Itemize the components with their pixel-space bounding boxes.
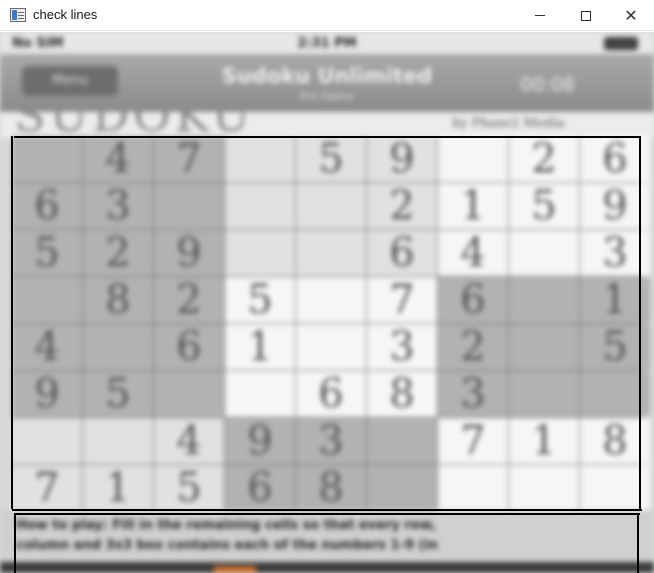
minimize-icon xyxy=(535,15,545,16)
game-timer: 00:08 xyxy=(520,74,575,96)
image-canvas: No SIM 2:31 PM Menu Sudoku Unlimited Pro… xyxy=(0,32,654,573)
sudoku-cell xyxy=(367,418,437,464)
sudoku-cell xyxy=(83,324,153,370)
sudoku-cell: 3 xyxy=(83,183,153,229)
sudoku-cell: 2 xyxy=(509,136,579,182)
sudoku-cell xyxy=(296,230,366,276)
sudoku-cell: 5 xyxy=(83,371,153,417)
sudoku-cell xyxy=(509,277,579,323)
detected-line xyxy=(637,513,639,573)
sudoku-cell: 9 xyxy=(367,136,437,182)
detected-line xyxy=(14,513,640,515)
sudoku-cell: 9 xyxy=(225,418,295,464)
sudoku-cell: 3 xyxy=(367,324,437,370)
sudoku-cell xyxy=(225,136,295,182)
detected-line xyxy=(639,136,641,509)
sudoku-board: 4759266321595296438257614613259568349371… xyxy=(12,136,650,558)
window-title: check lines xyxy=(33,7,98,22)
sudoku-cell: 4 xyxy=(154,418,224,464)
maximize-icon xyxy=(581,10,591,21)
phone-screenshot: No SIM 2:31 PM Menu Sudoku Unlimited Pro… xyxy=(0,32,654,573)
sudoku-cell: 1 xyxy=(509,418,579,464)
sudoku-cell: 9 xyxy=(154,230,224,276)
sudoku-cell: 1 xyxy=(83,465,153,511)
window-titlebar: check lines ✕ xyxy=(0,0,654,31)
sudoku-cell xyxy=(225,230,295,276)
sudoku-cell: 7 xyxy=(367,277,437,323)
phone-nav-bar: Menu Sudoku Unlimited Pro Game 00:08 xyxy=(0,54,654,112)
sudoku-cell: 6 xyxy=(367,230,437,276)
sudoku-cell xyxy=(296,324,366,370)
sudoku-cell xyxy=(225,371,295,417)
detected-line xyxy=(14,136,640,138)
sudoku-cell xyxy=(367,465,437,511)
sudoku-cell: 1 xyxy=(438,183,508,229)
sudoku-cell xyxy=(296,183,366,229)
phone-bottom-bar xyxy=(0,562,654,573)
sudoku-cell: 7 xyxy=(12,465,82,511)
sudoku-cell xyxy=(296,277,366,323)
detected-line xyxy=(11,136,13,509)
sudoku-cell xyxy=(83,418,153,464)
sudoku-cell xyxy=(509,371,579,417)
sudoku-cell xyxy=(438,136,508,182)
sudoku-cell: 8 xyxy=(367,371,437,417)
sudoku-cell xyxy=(154,183,224,229)
sudoku-logo: SUDOKU xyxy=(14,112,254,138)
bottom-tab-indicator xyxy=(214,566,256,573)
phone-status-bar: No SIM 2:31 PM xyxy=(0,32,654,54)
sudoku-cell: 2 xyxy=(438,324,508,370)
sudoku-cell: 5 xyxy=(154,465,224,511)
sudoku-cell: 5 xyxy=(296,136,366,182)
sudoku-cell: 5 xyxy=(12,230,82,276)
sudoku-cell: 4 xyxy=(438,230,508,276)
battery-icon xyxy=(604,37,638,50)
sudoku-cell: 3 xyxy=(438,371,508,417)
banner-byline: by Phase2 Media xyxy=(452,116,565,131)
how-to-play-line: column and 3x3 box contains each of the … xyxy=(16,538,439,553)
detected-line xyxy=(14,513,16,573)
sudoku-cell: 7 xyxy=(154,136,224,182)
sudoku-cell: 7 xyxy=(438,418,508,464)
sudoku-cell: 9 xyxy=(12,371,82,417)
sudoku-cell: 2 xyxy=(154,277,224,323)
sudoku-cell: 5 xyxy=(509,183,579,229)
sudoku-cell: 8 xyxy=(83,277,153,323)
sudoku-cell xyxy=(12,418,82,464)
sudoku-cell: 3 xyxy=(296,418,366,464)
sudoku-cell xyxy=(509,324,579,370)
close-icon: ✕ xyxy=(624,5,638,25)
sudoku-cell: 2 xyxy=(367,183,437,229)
sudoku-cell xyxy=(12,277,82,323)
sudoku-cell: 5 xyxy=(225,277,295,323)
detected-line xyxy=(12,509,642,511)
how-to-play-text: How to play: Fill in the remaining cells… xyxy=(16,516,636,556)
sudoku-cell xyxy=(12,136,82,182)
sudoku-cell: 2 xyxy=(83,230,153,276)
sudoku-cell: 6 xyxy=(225,465,295,511)
sudoku-cell: 6 xyxy=(296,371,366,417)
sudoku-cell xyxy=(225,183,295,229)
sudoku-cell: 6 xyxy=(438,277,508,323)
sudoku-cell: 1 xyxy=(225,324,295,370)
sudoku-cell: 4 xyxy=(12,324,82,370)
clock-label: 2:31 PM xyxy=(297,36,357,51)
app-window-icon xyxy=(10,8,26,22)
close-button[interactable]: ✕ xyxy=(608,0,654,31)
sudoku-cell: 6 xyxy=(12,183,82,229)
sudoku-cell xyxy=(438,465,508,511)
minimize-button[interactable] xyxy=(517,0,563,31)
sudoku-cell: 8 xyxy=(296,465,366,511)
how-to-play-line: How to play: Fill in the remaining cells… xyxy=(16,518,436,533)
sudoku-cell xyxy=(509,465,579,511)
sudoku-cell: 4 xyxy=(83,136,153,182)
sudoku-cell: 6 xyxy=(154,324,224,370)
sudoku-banner: SUDOKU by Phase2 Media xyxy=(0,112,654,138)
maximize-button[interactable] xyxy=(563,0,609,31)
sudoku-cell xyxy=(154,371,224,417)
sudoku-cell xyxy=(509,230,579,276)
